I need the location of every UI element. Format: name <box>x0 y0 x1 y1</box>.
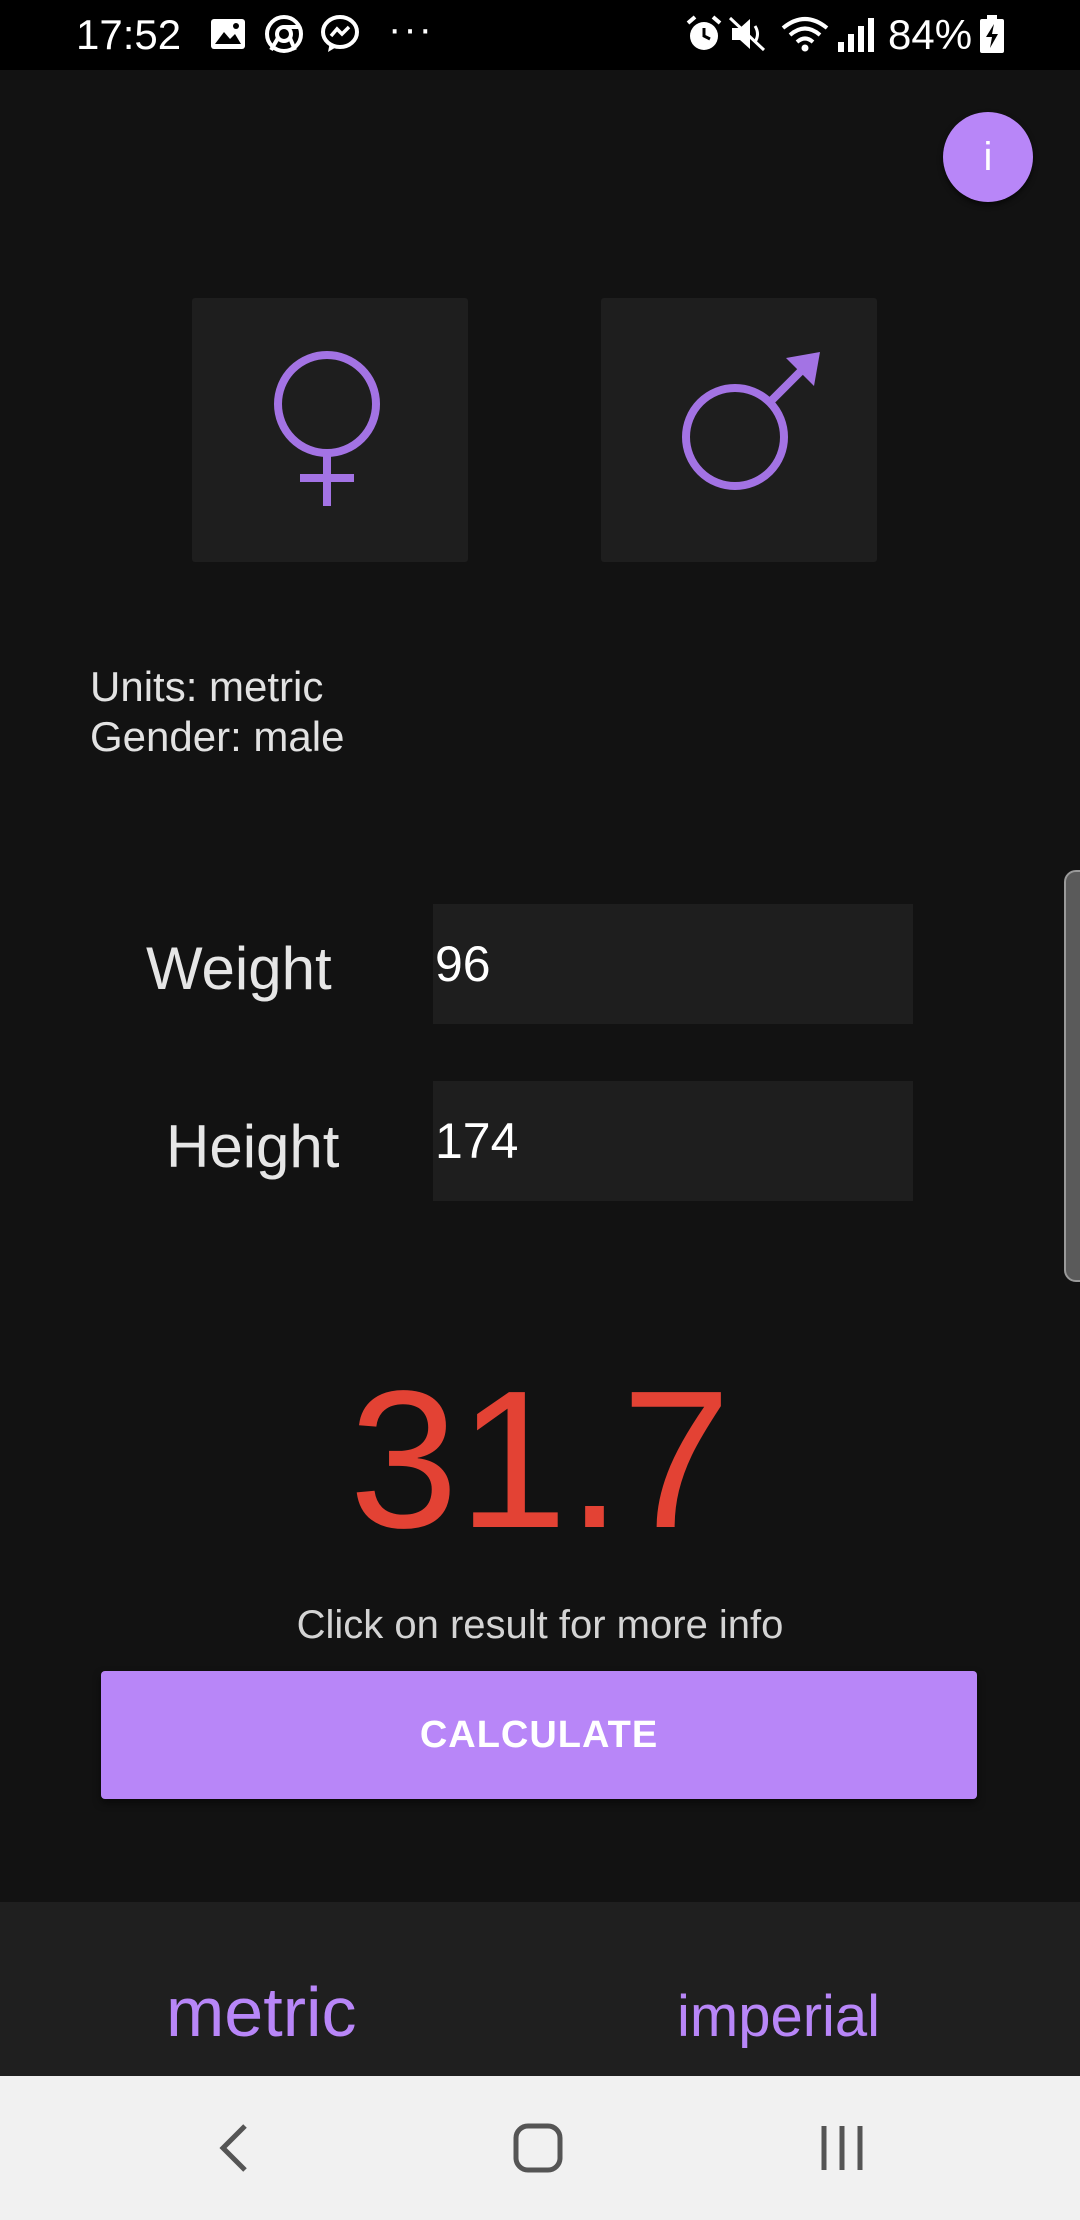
bmi-calculator-screen: 17:52 ··· 84% i Units: metric Gender: ma… <box>0 0 1080 2220</box>
messenger-icon <box>321 15 359 52</box>
bmi-result[interactable]: 31.7 <box>0 1360 1080 1560</box>
female-symbol-icon <box>274 351 380 506</box>
units-status-text: Units: metric <box>90 663 324 710</box>
calculate-button[interactable]: CALCULATE <box>101 1671 977 1799</box>
mute-icon <box>728 16 766 52</box>
status-time: 17:52 <box>76 11 182 58</box>
imperial-unit-button[interactable]: imperial <box>677 1982 880 2052</box>
signal-icon <box>838 18 874 52</box>
back-icon[interactable] <box>207 2118 267 2178</box>
male-gender-button[interactable] <box>601 298 877 562</box>
female-gender-button[interactable] <box>192 298 468 562</box>
wifi-icon <box>781 17 829 52</box>
weight-label: Weight <box>146 935 332 1002</box>
info-button[interactable]: i <box>943 112 1033 202</box>
result-hint-text: Click on result for more info <box>296 1603 784 1647</box>
alarm-icon <box>686 15 722 50</box>
system-navigation-bar <box>0 2076 1080 2220</box>
unit-selector-bar: metric imperial <box>0 1902 1080 2076</box>
more-notifications-indicator: ··· <box>388 7 434 51</box>
edge-panel-handle[interactable] <box>1064 870 1080 1282</box>
metric-unit-button[interactable]: metric <box>166 1972 357 2052</box>
battery-icon <box>980 15 1004 53</box>
recents-icon[interactable] <box>812 2118 872 2178</box>
height-label: Height <box>166 1113 340 1180</box>
male-symbol-icon <box>682 352 820 490</box>
height-input[interactable] <box>433 1081 913 1201</box>
image-icon <box>211 19 245 49</box>
weight-input[interactable] <box>433 904 913 1024</box>
battery-percentage: 84% <box>888 11 973 58</box>
status-bar: 17:52 ··· 84% <box>0 0 1080 70</box>
gender-status-text: Gender: male <box>90 713 345 760</box>
chrome-icon <box>265 15 303 53</box>
home-icon[interactable] <box>508 2118 568 2178</box>
